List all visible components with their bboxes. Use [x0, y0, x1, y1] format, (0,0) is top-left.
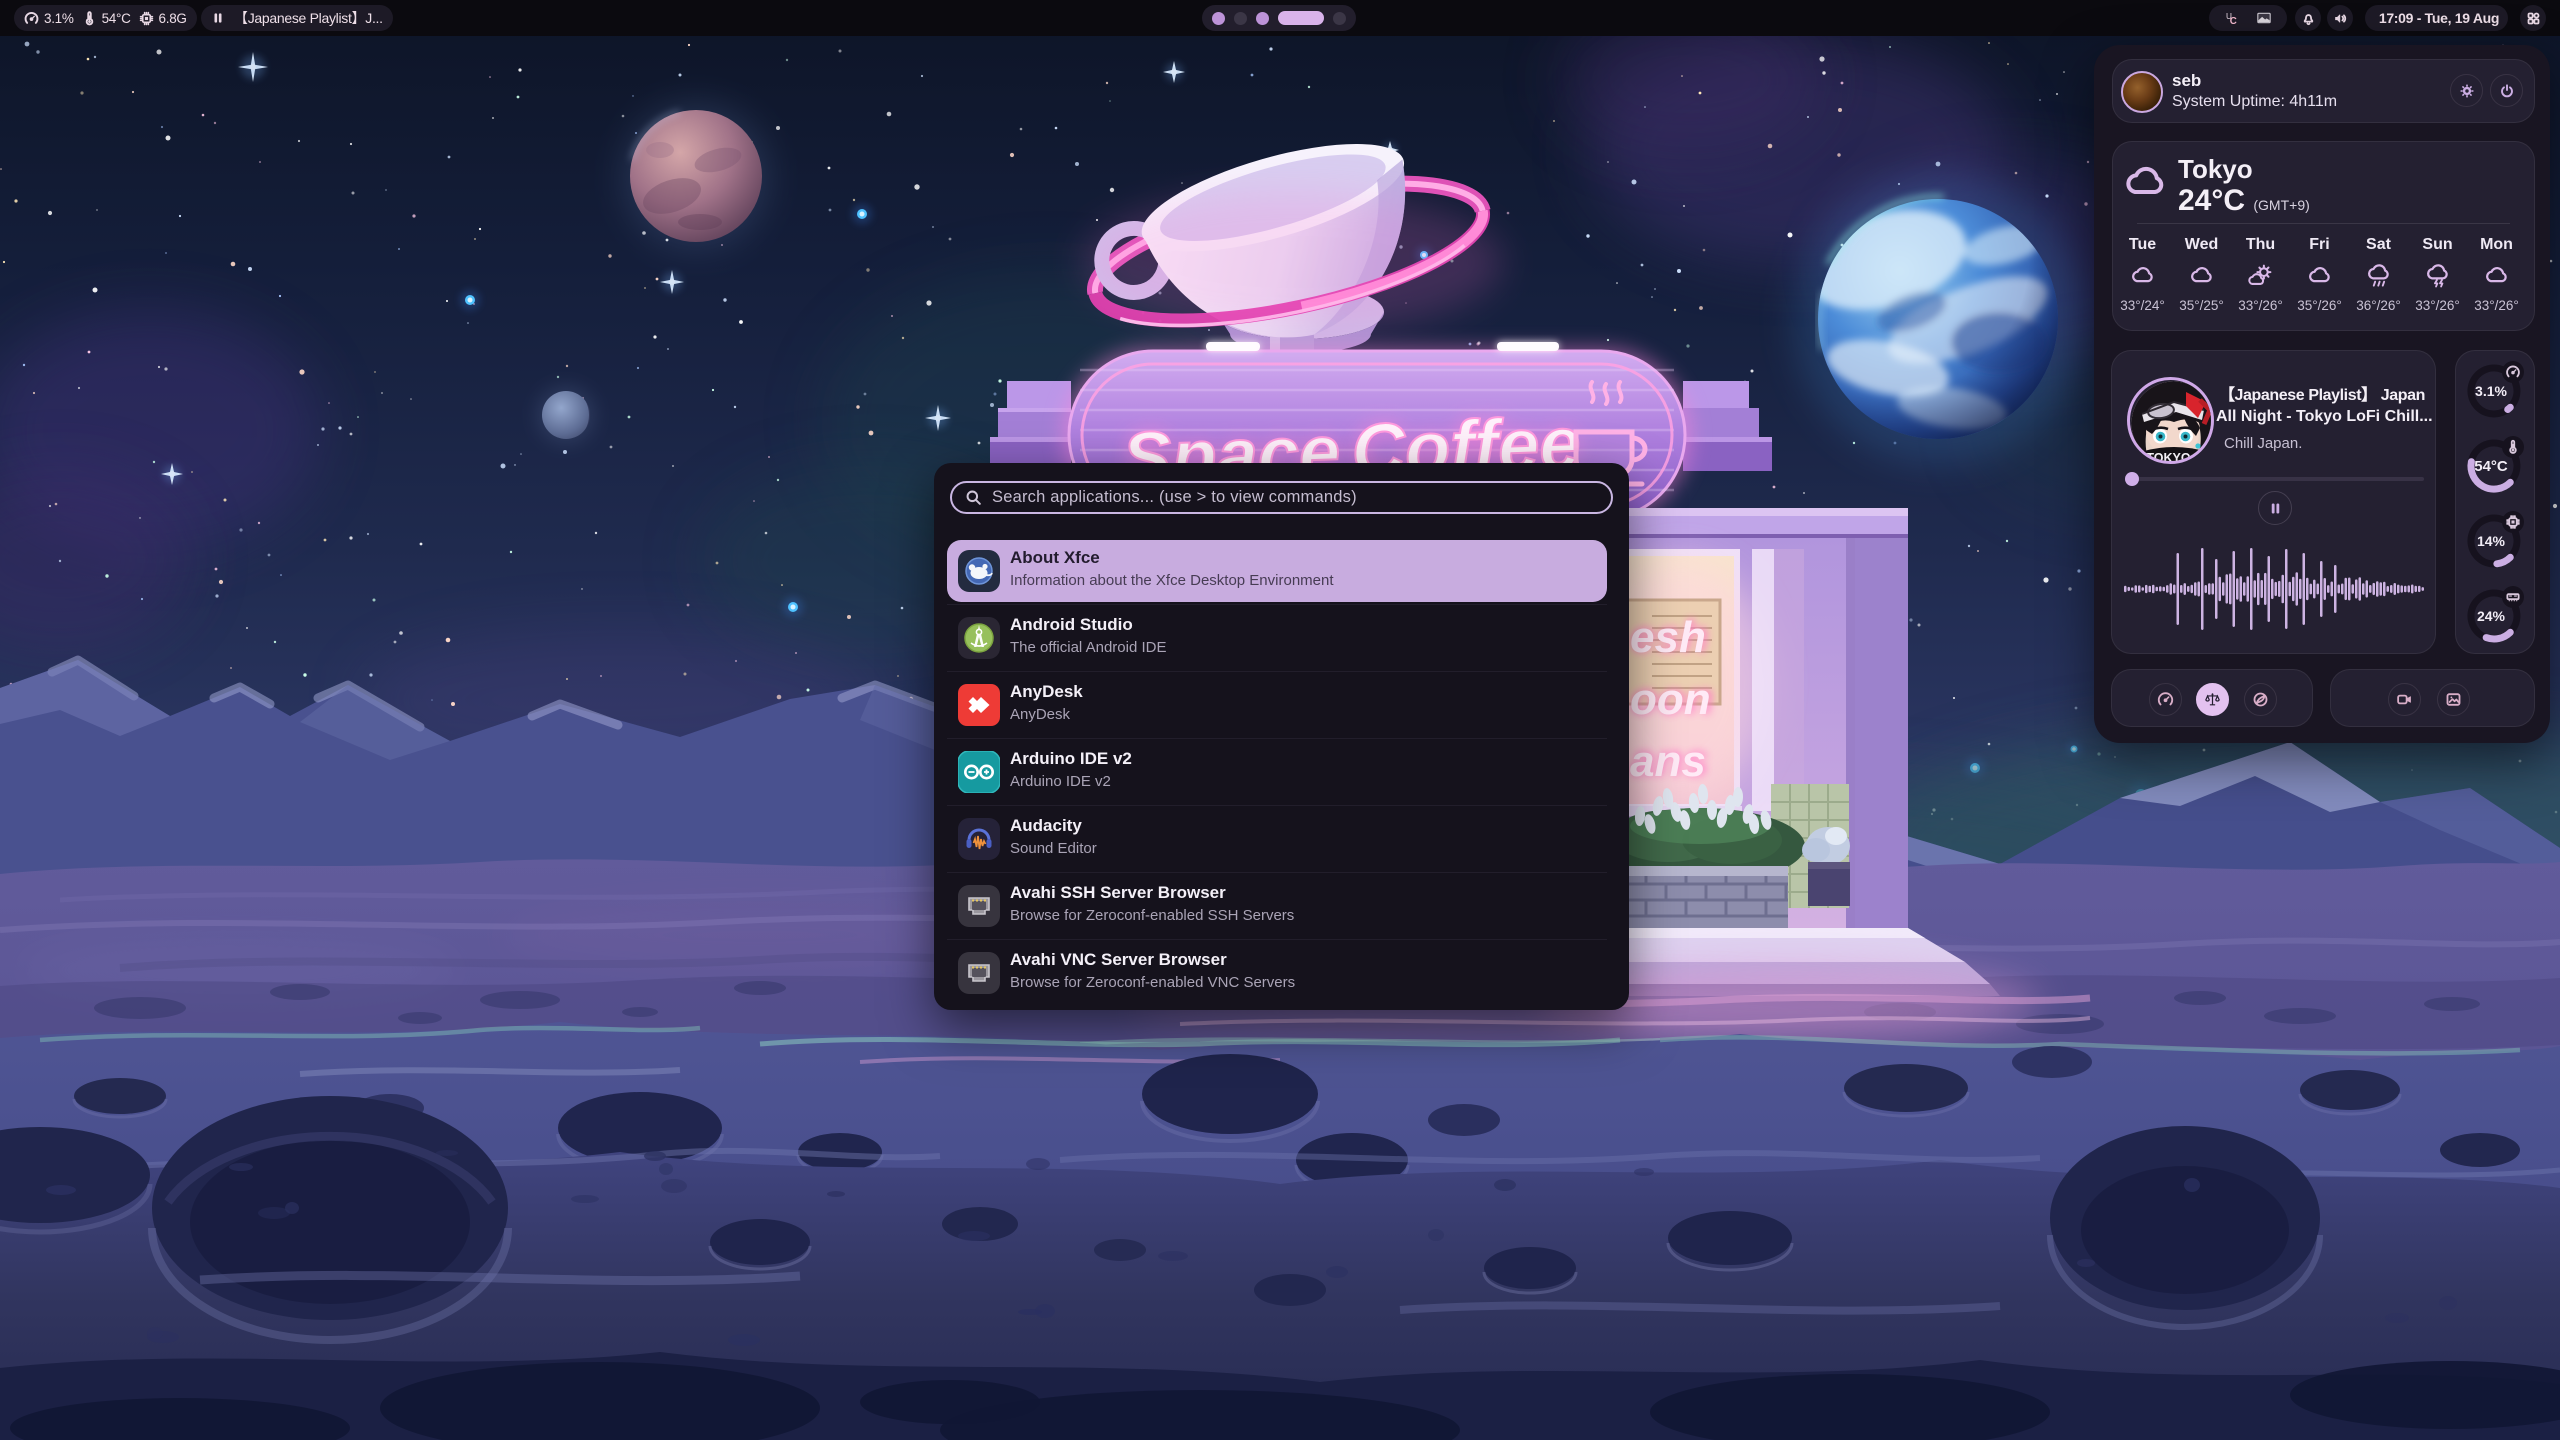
svg-text:ans: ans: [1630, 737, 1706, 786]
svg-text:esh: esh: [1630, 613, 1706, 662]
svg-text:3.1%: 3.1%: [2475, 383, 2507, 399]
svg-text:TOKYO L: TOKYO L: [2146, 451, 2202, 464]
svg-text:14%: 14%: [2477, 533, 2506, 549]
svg-text:C: C: [2230, 16, 2237, 27]
svg-text:24%: 24%: [2477, 608, 2506, 624]
svg-text:oon: oon: [1630, 675, 1711, 724]
svg-text:54°C: 54°C: [2474, 458, 2508, 475]
